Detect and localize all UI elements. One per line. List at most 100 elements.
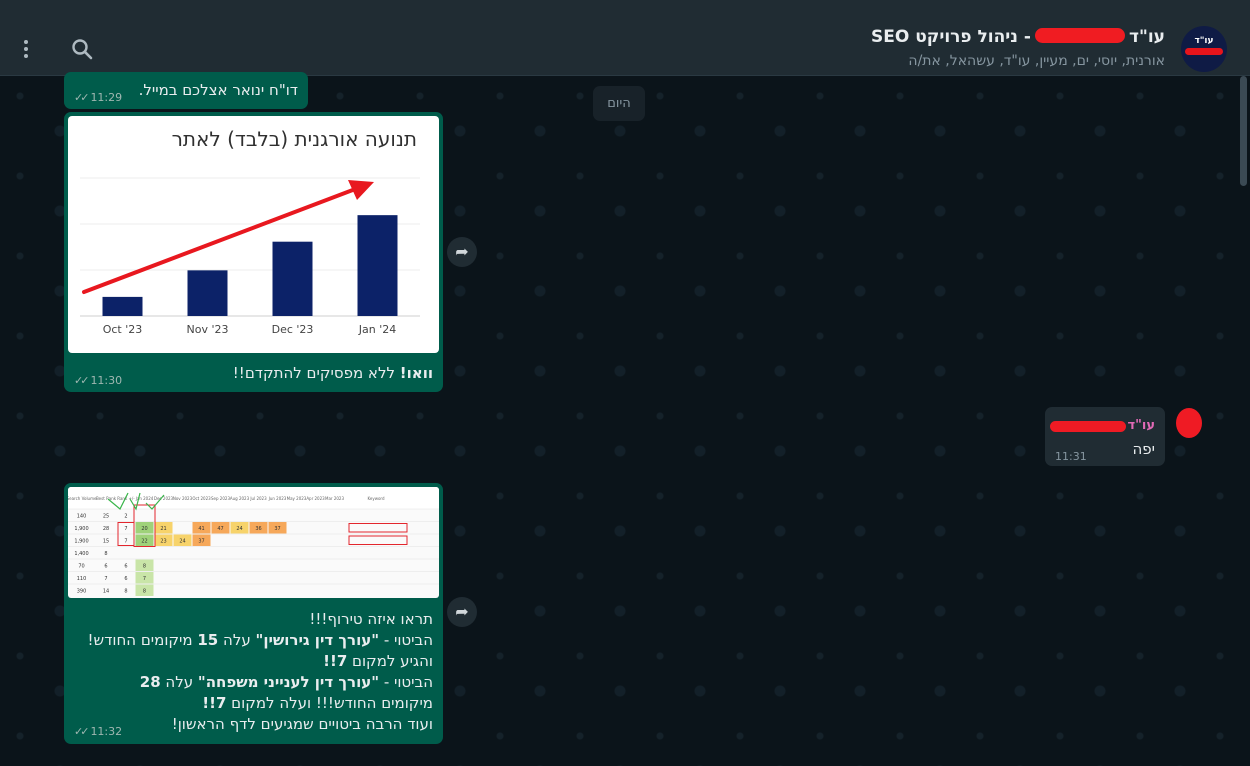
message-time: ✓✓ 11:29 [74,91,122,104]
table-cell: 21 [160,526,166,532]
message-bubble[interactable]: דו"ח ינואר אצלכם במייל. ✓✓ 11:29 [64,72,308,109]
read-receipt-icon: ✓✓ [74,374,90,387]
table-cell: 2 [124,514,127,520]
table-header-cell: Sep 2023 [211,496,230,501]
bar [102,296,143,316]
message-caption: תראו איזה טירוף!!! הביטוי - "עורך דין גי… [73,609,433,735]
table-cell: 6 [124,564,127,570]
title-redaction [1034,28,1125,43]
table-cell: 140 [77,514,87,520]
bar [187,270,228,316]
message-text: יפה [1132,440,1155,458]
caption-line: והגיע למקום [347,652,433,670]
caption-line: ועוד הרבה ביטויים שמגיעים לדף הראשון! [171,715,433,733]
caption-bold: וואו! [399,364,433,382]
highlight-box [348,523,408,533]
table-cell: 14 [103,589,109,595]
table-cell: 22 [141,539,147,545]
caption-line: עלה [218,631,256,649]
table-cell: 37 [198,539,204,545]
message-time: ✓✓ 11:32 [74,725,122,738]
x-tick-label: Jan '24 [358,323,396,336]
sender-name-redaction [1050,421,1126,432]
table-cell: 1,400 [74,551,88,557]
chart-image[interactable]: תנועה אורגנית (בלבד) לאתר Oct '23 Nov '23… [68,116,439,353]
traffic-bar-chart: Oct '23 Nov '23 Dec '23 Jan '24 [80,177,420,336]
table-cell: 15 [103,539,109,545]
bar [357,215,398,316]
caption-line: מיקומים החודש! [87,631,198,649]
table-cell: 24 [179,539,185,545]
window-top-strip [0,0,1250,8]
caption-text: ללא מפסיקים להתקדם!! [232,364,400,382]
sender-avatar-redaction [1176,408,1202,438]
caption-line: הביטוי - [379,673,433,691]
forward-icon[interactable]: ➦ [447,597,477,627]
chat-header[interactable]: עו"ד עו"ד - ניהול פרויקט SEO אורנית, יוסי… [0,8,1250,76]
x-tick-label: Nov '23 [187,323,229,336]
ranking-table: Search Volume Best Rank Rank +/- Jan 2024 De… [68,487,439,596]
table-header-cell: Keyword [367,496,385,501]
chat-title: עו"ד - ניהול פרויקט SEO [871,27,1165,47]
table-cell: 8 [104,551,107,557]
caption-bold: 7!! [323,652,348,670]
table-header-cell: Jul 2023 [249,496,267,501]
table-cell: 390 [77,589,87,595]
table-cell: 47 [217,526,223,532]
table-cell: 23 [160,539,166,545]
highlight-box [348,535,408,545]
message-time-value: 11:30 [90,374,123,387]
message-time-value: 11:29 [90,91,123,104]
table-cell: 7 [143,576,146,582]
sender-name: עו"ד [1127,418,1155,433]
caption-line: מיקומים החודש!!! ועלה למקום [226,694,433,712]
caption-line: תראו איזה טירוף!!! [309,610,433,628]
table-cell: 25 [103,514,109,520]
message-caption: וואו! ללא מפסיקים להתקדם!! [233,364,433,382]
table-header-cell: Aug 2023 [230,496,250,501]
read-receipt-icon: ✓✓ [74,91,90,104]
group-avatar[interactable]: עו"ד [1181,26,1227,72]
table-cell: 36 [255,526,261,532]
x-tick-label: Dec '23 [272,323,314,336]
table-header-cell: Nov 2023 [173,496,193,501]
chat-title-prefix: עו"ד [1128,27,1165,47]
forward-icon[interactable]: ➦ [447,237,477,267]
table-header-cell: Dec 2023 [154,496,174,501]
caption-bold: "עורך דין לענייני משפחה" [197,673,380,691]
table-cell: 28 [103,526,109,532]
bar [272,241,313,316]
message-bubble-incoming[interactable]: עו"ד יפה 11:31 [1045,407,1165,466]
caption-bold: "עורך דין גירושין" [255,631,380,649]
table-cell: 1,900 [74,539,88,545]
table-cell: 24 [236,526,242,532]
table-cell: 1,900 [74,526,88,532]
read-receipt-icon: ✓✓ [74,725,90,738]
table-cell: 8 [143,564,146,570]
table-header-cell: May 2023 [287,496,307,501]
avatar-redaction [1185,48,1223,55]
scrollbar[interactable] [1240,76,1247,186]
caption-bold: 15 [197,631,219,649]
message-text: דו"ח ינואר אצלכם במייל. [138,81,298,99]
avatar-label: עו"ד [1194,36,1214,46]
caption-bold: 28 [139,673,161,691]
table-cell: 110 [77,576,87,582]
chat-title-suffix: - ניהול פרויקט SEO [871,27,1031,47]
caption-line: עלה [160,673,198,691]
menu-icon[interactable] [18,38,34,60]
table-cell: 41 [198,526,204,532]
table-cell: 8 [143,589,146,595]
message-time: 11:31 [1055,450,1087,463]
message-time: ✓✓ 11:30 [74,374,122,387]
table-header-cell: Jun 2023 [268,496,287,501]
search-icon[interactable] [71,38,93,60]
table-cell: 70 [78,564,84,570]
table-cell: 7 [104,576,107,582]
caption-bold: 7!! [202,694,227,712]
caption-line: הביטוי - [379,631,433,649]
ranking-table-image[interactable]: Search Volume Best Rank Rank +/- Jan 2024 De… [68,487,439,598]
date-divider: היום [593,86,645,121]
table-cell: 8 [124,589,127,595]
table-header-cell: Oct 2023 [192,496,211,501]
